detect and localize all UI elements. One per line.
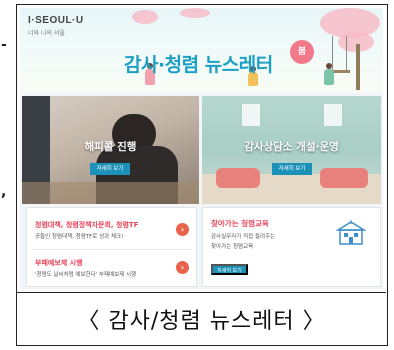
education-detail-button[interactable]: 자세히 보기 (211, 264, 248, 275)
education-desc-line2: 찾아가는 청렴교육 (211, 244, 254, 250)
news-list-box: 청렴대책, 청렴정책자문회, 청렴TF 공들인 청렴대책, 청렴TF로 성과 체… (26, 207, 197, 287)
caption-bar: 〈 감사/청렴 뉴스레터 〉 (17, 292, 386, 344)
figure-caption: 〈 감사/청렴 뉴스레터 〉 (77, 309, 326, 334)
tree-trunk-decoration (356, 44, 360, 90)
photo-wall-frame (324, 104, 342, 126)
card-title: 해피콜 진행 (84, 141, 137, 153)
photo-wall-frame (242, 104, 260, 126)
arrow-right-icon[interactable]: › (176, 261, 189, 274)
card-detail-button[interactable]: 자세히 보기 (272, 163, 312, 175)
list-item-desc: '청렴도 날씨처럼 예보한다' 부패예보제 시행 (35, 272, 137, 278)
photo-sofa (216, 168, 260, 188)
integrity-education-box[interactable]: 찾아가는 청렴교육 감사실무자가 직접 들려주는 찾아가는 청렴교육 자세히 보… (202, 207, 381, 287)
margin-dash-mark: - (1, 37, 7, 53)
list-item-title: 청렴대책, 청렴정책자문회, 청렴TF (35, 221, 139, 229)
education-desc-line1: 감사실무자가 직접 들려주는 (211, 234, 276, 240)
list-item-title: 부패예보제 시행 (35, 259, 83, 267)
education-title: 찾아가는 청렴교육 (211, 219, 269, 228)
card-happy-call[interactable]: 해피콜 진행 자세히 보기 (22, 96, 199, 204)
newsletter-title: 감사·청렴 뉴스레터 (124, 54, 273, 76)
blossom-decoration (180, 8, 210, 18)
list-item-desc: 공들인 청렴대책, 청렴TF로 성과 체크! (35, 234, 124, 240)
margin-comma-mark: , (1, 184, 7, 200)
seoul-logo-slogan: 너와 나의 서울 (28, 30, 65, 37)
seoul-logo: I·SEOUL·U (28, 15, 84, 26)
list-divider (33, 249, 192, 250)
arrow-right-icon[interactable]: › (176, 223, 189, 236)
swing-rope-decoration (346, 36, 347, 70)
blossom-decoration (132, 10, 158, 24)
newsletter-header: I·SEOUL·U 너와 나의 서울 감사·청렴 뉴스레터 봄 (20, 8, 383, 93)
newsletter-banner-image: I·SEOUL·U 너와 나의 서울 감사·청렴 뉴스레터 봄 해피콜 진행 자… (20, 8, 383, 289)
person-illustration (324, 69, 334, 85)
photo-desk (22, 182, 199, 204)
season-badge: 봄 (290, 40, 314, 64)
photo-sofa (320, 168, 368, 188)
swing-rope-decoration (332, 36, 333, 70)
card-title: 감사상담소 개설·운영 (244, 141, 339, 153)
newsletter-figure-frame: I·SEOUL·U 너와 나의 서울 감사·청렴 뉴스레터 봄 해피콜 진행 자… (16, 4, 388, 346)
card-detail-button[interactable]: 자세히 보기 (90, 163, 130, 175)
card-audit-counseling[interactable]: 감사상담소 개설·운영 자세히 보기 (202, 96, 381, 204)
school-building-icon (336, 220, 366, 245)
